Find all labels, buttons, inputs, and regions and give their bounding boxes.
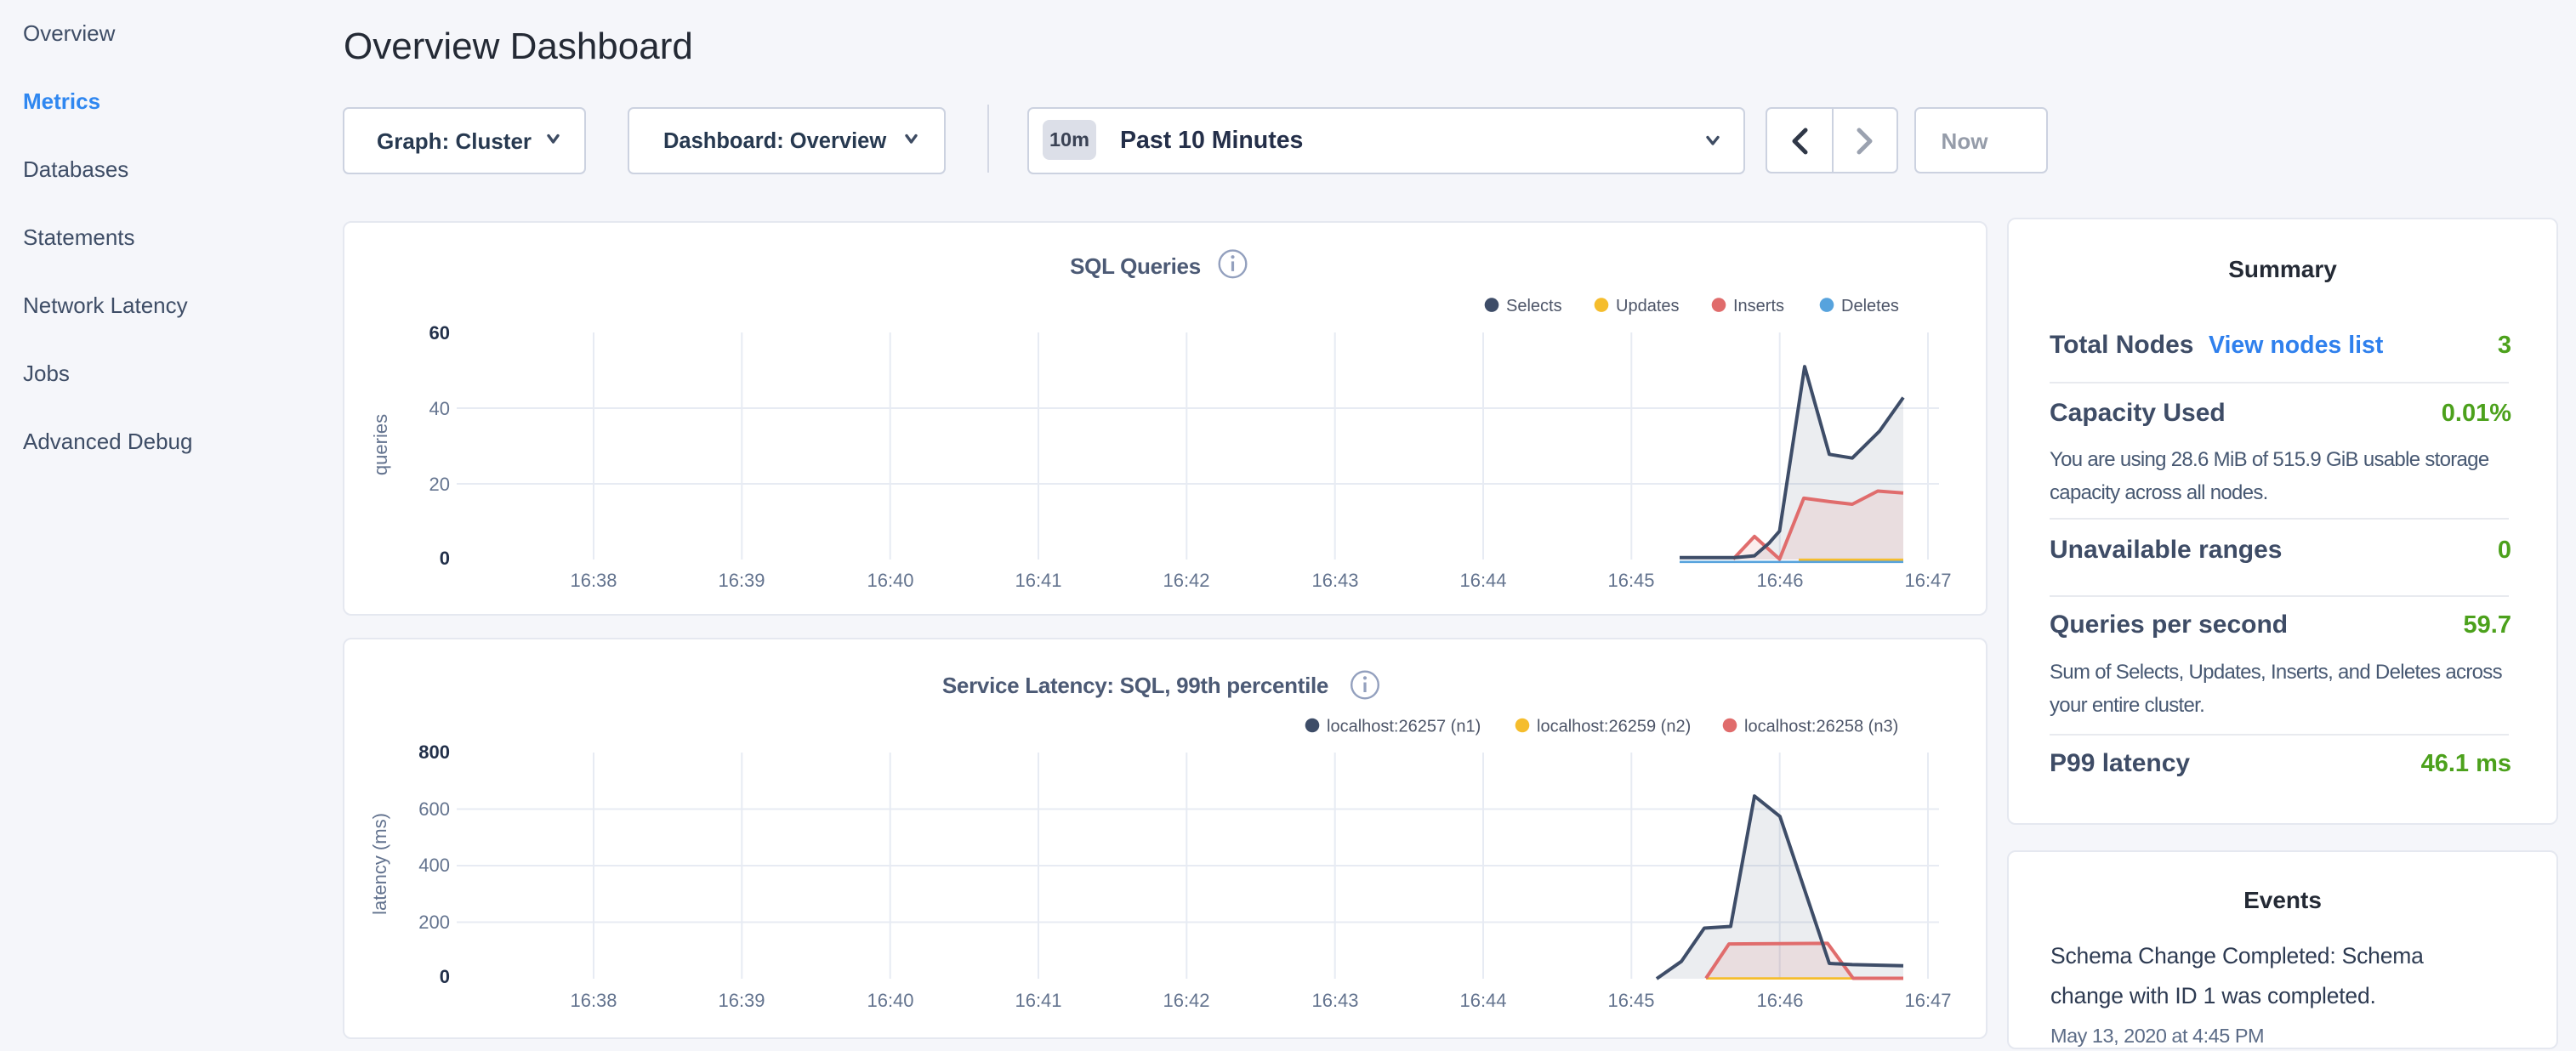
svg-text:localhost:26257 (n1): localhost:26257 (n1) [1327, 718, 1481, 736]
svg-text:16:46: 16:46 [1756, 990, 1803, 1011]
svg-text:16:40: 16:40 [867, 990, 913, 1011]
svg-text:16:40: 16:40 [867, 570, 913, 591]
svg-text:16:43: 16:43 [1311, 570, 1358, 591]
svg-text:800: 800 [418, 741, 450, 763]
svg-text:Updates: Updates [1616, 297, 1680, 315]
svg-text:16:39: 16:39 [718, 570, 765, 591]
svg-text:200: 200 [418, 912, 450, 933]
svg-text:Inserts: Inserts [1733, 297, 1784, 315]
svg-text:Deletes: Deletes [1841, 297, 1899, 315]
svg-text:0: 0 [440, 966, 450, 987]
svg-text:60: 60 [429, 322, 450, 344]
svg-text:16:45: 16:45 [1607, 990, 1654, 1011]
svg-text:Service Latency: SQL, 99th per: Service Latency: SQL, 99th percentile [942, 673, 1328, 698]
svg-text:16:42: 16:42 [1163, 570, 1209, 591]
svg-text:0: 0 [440, 548, 450, 569]
svg-text:Selects: Selects [1506, 297, 1562, 315]
svg-text:600: 600 [418, 798, 450, 820]
svg-text:localhost:26258 (n3): localhost:26258 (n3) [1744, 718, 1898, 736]
svg-text:16:42: 16:42 [1163, 990, 1209, 1011]
svg-text:20: 20 [429, 474, 450, 495]
svg-text:latency (ms): latency (ms) [369, 813, 390, 915]
svg-text:16:45: 16:45 [1607, 570, 1654, 591]
svg-text:16:46: 16:46 [1756, 570, 1803, 591]
svg-text:16:44: 16:44 [1459, 990, 1506, 1011]
svg-text:16:39: 16:39 [718, 990, 765, 1011]
svg-text:40: 40 [429, 398, 450, 419]
svg-text:16:47: 16:47 [1904, 990, 1951, 1011]
svg-text:16:38: 16:38 [570, 570, 617, 591]
svg-text:16:41: 16:41 [1015, 990, 1061, 1011]
svg-text:16:38: 16:38 [570, 990, 617, 1011]
svg-text:400: 400 [418, 855, 450, 876]
svg-text:queries: queries [370, 414, 391, 475]
svg-text:16:43: 16:43 [1311, 990, 1358, 1011]
svg-text:16:44: 16:44 [1459, 570, 1506, 591]
svg-text:16:47: 16:47 [1904, 570, 1951, 591]
svg-text:SQL Queries: SQL Queries [1070, 253, 1201, 279]
svg-text:16:41: 16:41 [1015, 570, 1061, 591]
svg-text:localhost:26259 (n2): localhost:26259 (n2) [1537, 718, 1691, 736]
